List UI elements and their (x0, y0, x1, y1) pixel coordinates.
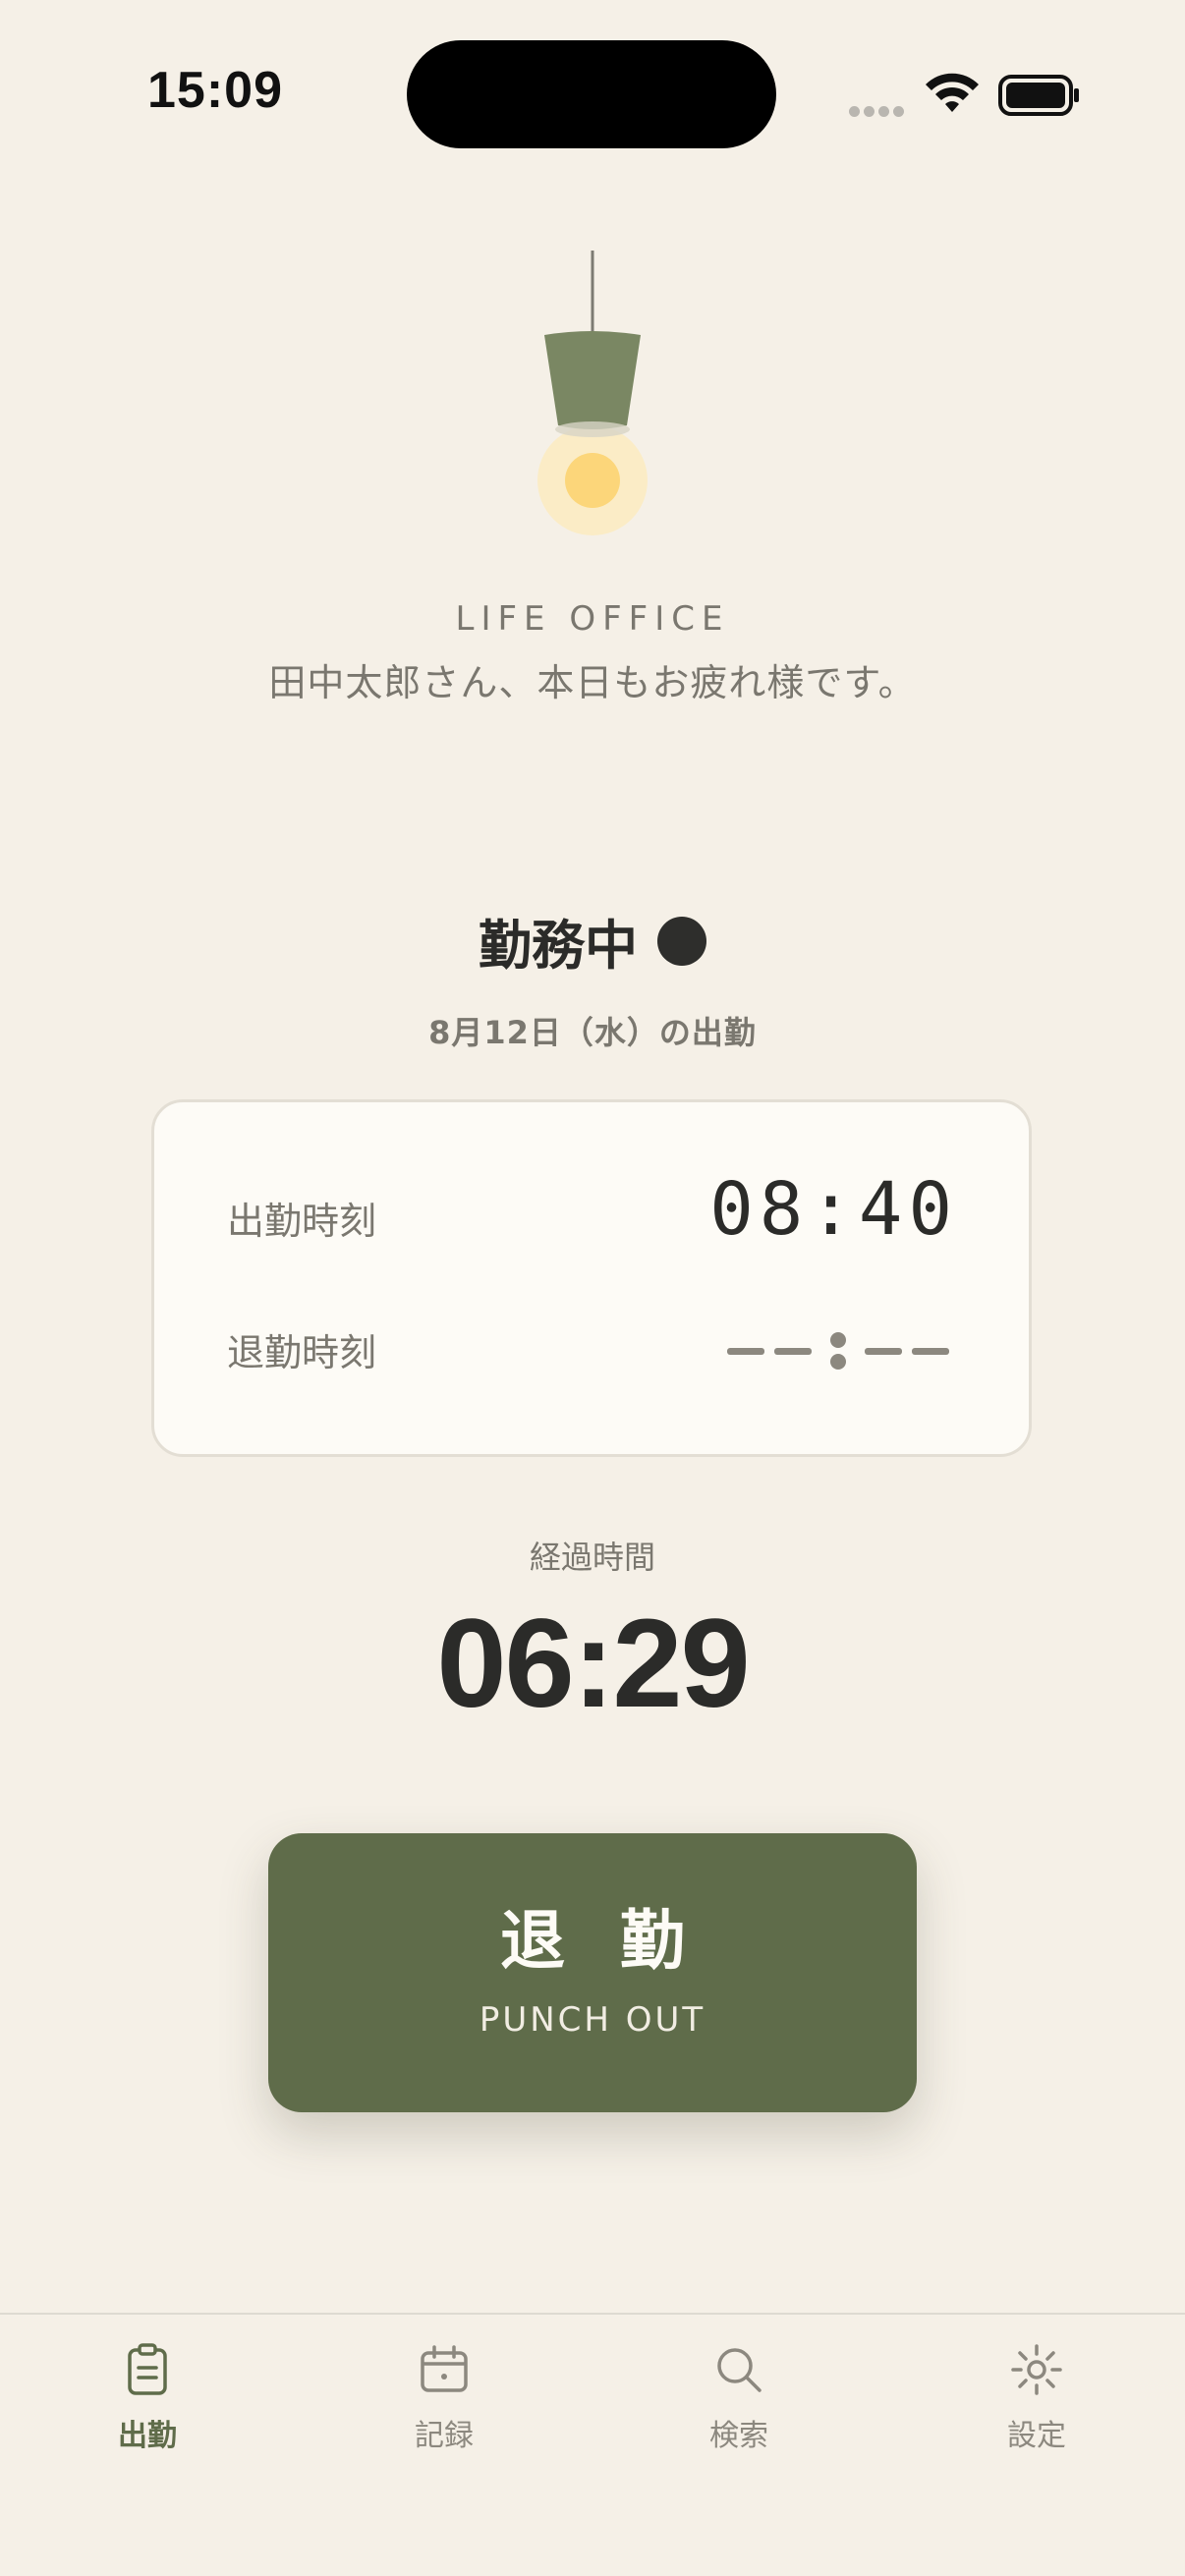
time-card: 出勤時刻 08:40 退勤時刻 (151, 1099, 1032, 1457)
clock-in-label: 出勤時刻 (227, 1200, 377, 1243)
status-title: 勤務中 (479, 915, 638, 977)
pendant-lamp-icon (537, 251, 648, 535)
gear-icon (1011, 2344, 1062, 2395)
punch-out-button[interactable]: 退勤 PUNCH OUT (268, 1833, 917, 2112)
work-status: 勤務中 (0, 902, 1185, 980)
tab-attendance[interactable]: 出勤 (49, 2342, 246, 2454)
dynamic-island (407, 40, 776, 148)
greeting-message: 田中太郎さん、本日もお疲れ様です。 (268, 661, 917, 704)
brand-name: LIFE OFFICE (455, 599, 730, 639)
tab-records[interactable]: 記録 (346, 2342, 542, 2454)
status-indicator-dot (657, 916, 706, 966)
punch-out-sublabel: PUNCH OUT (479, 2000, 706, 2040)
wifi-icon (926, 73, 979, 112)
tab-settings[interactable]: 設定 (938, 2342, 1135, 2454)
clock-out-label: 退勤時刻 (227, 1331, 377, 1374)
tab-label: 検索 (709, 2419, 768, 2453)
tab-bar: 出勤 記録 検索 設定 (0, 2313, 1185, 2576)
tab-label: 記録 (415, 2419, 474, 2453)
clock-out-time-placeholder (722, 1332, 954, 1370)
status-bar-time: 15:09 (147, 62, 283, 119)
tab-label: 出勤 (118, 2419, 177, 2453)
tab-search[interactable]: 検索 (641, 2342, 837, 2454)
calendar-icon (421, 2345, 468, 2392)
cellular-signal-icon (849, 102, 908, 117)
battery-icon (998, 75, 1079, 116)
elapsed-time-label: 経過時間 (529, 1539, 655, 1576)
punch-out-label: 退勤 (500, 1903, 740, 1979)
clock-in-time: 08:40 (709, 1167, 958, 1252)
attendance-date: 8月12日（水）の出勤 (428, 1014, 757, 1051)
elapsed-time-value: 06:29 (436, 1594, 750, 1734)
clipboard-icon (128, 2343, 167, 2395)
tab-label: 設定 (1007, 2419, 1066, 2453)
search-icon (717, 2348, 762, 2392)
